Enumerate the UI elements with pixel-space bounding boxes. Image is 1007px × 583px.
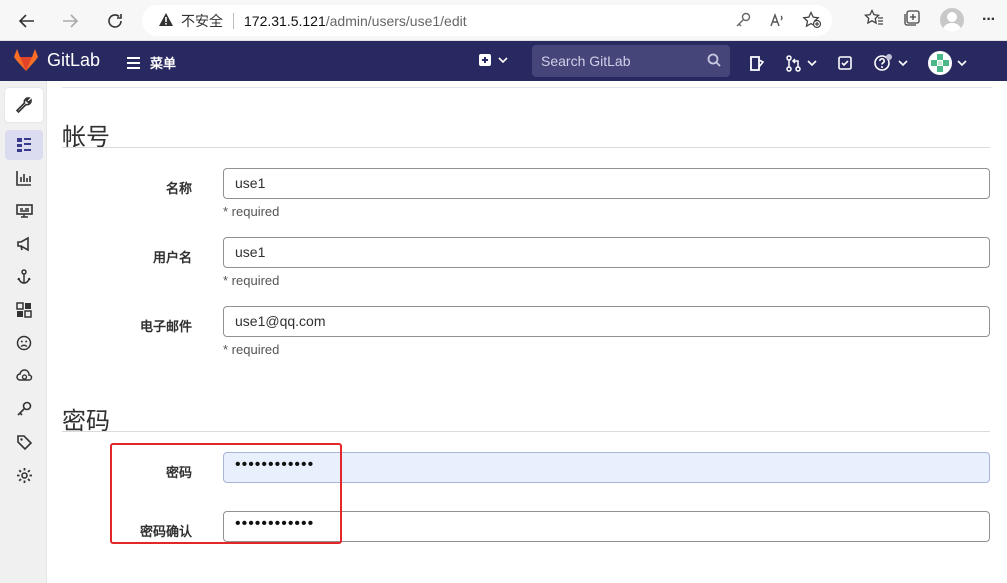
email-required-hint: * required — [223, 342, 280, 357]
help-icon — [874, 54, 892, 71]
name-label: 名称 — [165, 181, 192, 196]
email-label: 电子邮件 — [139, 319, 192, 334]
user-menu-dropdown[interactable] — [928, 51, 967, 75]
messages-icon[interactable] — [5, 229, 43, 259]
abuse-reports-icon[interactable] — [5, 328, 43, 358]
add-favorite-icon[interactable] — [802, 10, 822, 32]
url-text: 172.31.5.121/admin/users/use1/edit — [244, 12, 467, 29]
chevron-down-icon — [898, 60, 908, 67]
forward-icon[interactable] — [57, 8, 83, 34]
issues-icon[interactable] — [748, 55, 765, 72]
name-field[interactable]: use1 — [223, 168, 990, 199]
monitoring-icon[interactable] — [5, 196, 43, 226]
overview-icon[interactable] — [5, 130, 43, 160]
divider — [62, 431, 990, 432]
name-required-hint: * required — [223, 204, 280, 219]
new-item-dropdown[interactable] — [478, 53, 508, 67]
favorites-icon[interactable] — [863, 8, 884, 32]
divider — [62, 87, 992, 88]
admin-sidebar — [0, 81, 47, 583]
chevron-down-icon — [498, 57, 508, 64]
chevron-down-icon — [807, 60, 817, 67]
key-icon[interactable] — [734, 11, 752, 32]
collections-icon[interactable] — [902, 9, 922, 32]
labels-icon[interactable] — [5, 427, 43, 457]
applications-icon[interactable] — [5, 295, 43, 325]
address-bar[interactable]: 不安全 172.31.5.121/admin/users/use1/edit — [142, 5, 832, 36]
merge-requests-dropdown[interactable] — [785, 54, 817, 72]
chevron-down-icon — [957, 60, 967, 67]
gitlab-fox-icon — [14, 49, 38, 71]
reload-icon[interactable] — [102, 8, 128, 34]
profile-avatar[interactable] — [940, 8, 965, 32]
plus-square-icon — [479, 54, 491, 66]
address-divider — [233, 12, 234, 29]
search-placeholder: Search GitLab — [541, 53, 631, 69]
browser-toolbar: 不安全 172.31.5.121/admin/users/use1/edit ·… — [0, 0, 1007, 41]
search-icon — [707, 53, 721, 70]
gitlab-navbar: GitLab 菜单 Search GitLab — [0, 41, 1007, 81]
menu-button[interactable]: 菜单 — [126, 53, 176, 72]
menu-label: 菜单 — [150, 56, 177, 71]
todo-icon[interactable] — [837, 55, 853, 71]
divider — [62, 147, 990, 148]
more-menu-icon[interactable]: ··· — [982, 11, 996, 29]
settings-icon[interactable] — [5, 460, 43, 490]
help-dropdown[interactable] — [873, 54, 908, 72]
hamburger-icon — [127, 56, 140, 69]
security-status: 不安全 — [181, 12, 223, 29]
email-field[interactable]: use1@qq.com — [223, 306, 990, 337]
username-field[interactable]: use1 — [223, 237, 990, 268]
back-icon[interactable] — [14, 8, 40, 34]
deploy-keys-icon[interactable] — [5, 394, 43, 424]
search-input[interactable]: Search GitLab — [532, 45, 730, 77]
merge-request-icon — [786, 54, 801, 72]
user-avatar — [928, 51, 952, 75]
gitlab-logo[interactable]: GitLab — [13, 48, 100, 72]
hooks-icon[interactable] — [5, 262, 43, 292]
kubernetes-icon[interactable] — [5, 361, 43, 391]
username-required-hint: * required — [223, 273, 280, 288]
read-aloud-icon[interactable] — [768, 11, 786, 32]
brand-name: GitLab — [47, 49, 101, 70]
username-label: 用户名 — [152, 250, 192, 265]
analytics-icon[interactable] — [5, 163, 43, 193]
warning-icon — [158, 12, 174, 30]
red-highlight-annotation — [110, 443, 342, 544]
admin-area-icon[interactable] — [5, 88, 43, 122]
